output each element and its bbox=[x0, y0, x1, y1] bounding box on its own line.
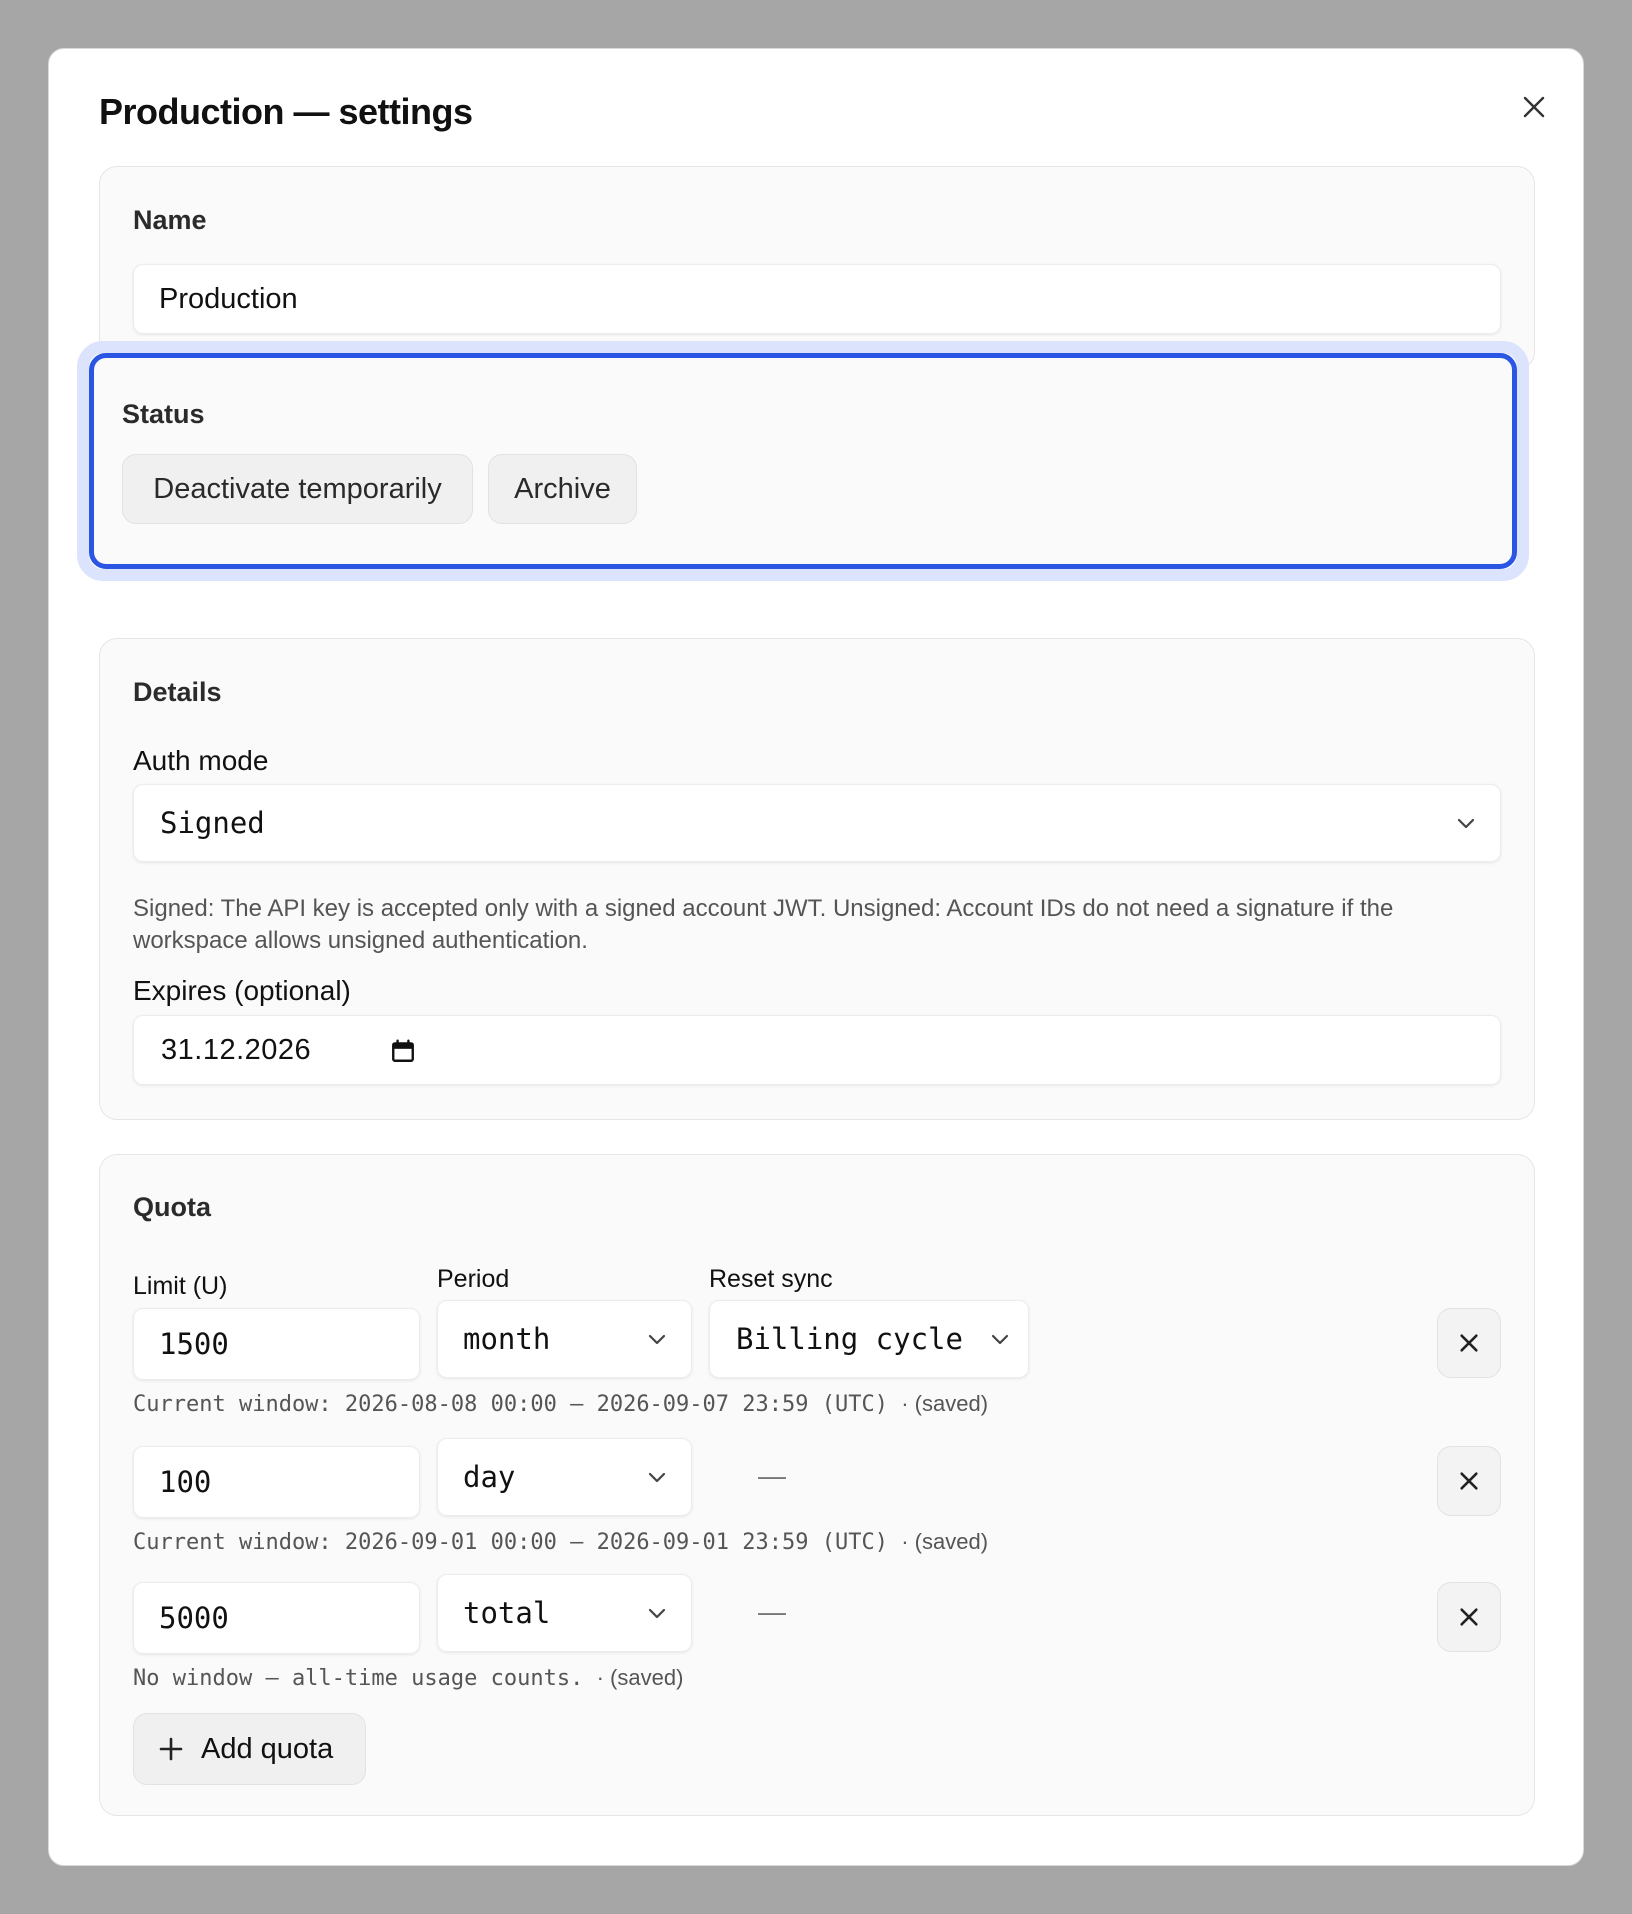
close-icon bbox=[1460, 1334, 1478, 1352]
quota-period-select-1[interactable]: month bbox=[437, 1300, 692, 1378]
chevron-down-icon bbox=[648, 1608, 666, 1619]
quota-reset-sync-empty-2: — bbox=[758, 1460, 786, 1491]
period-header: Period bbox=[437, 1265, 510, 1293]
close-icon bbox=[1460, 1608, 1478, 1626]
add-quota-label: Add quota bbox=[201, 1732, 334, 1765]
plus-icon bbox=[159, 1737, 183, 1761]
chevron-down-icon bbox=[991, 1334, 1009, 1345]
auth-mode-label: Auth mode bbox=[133, 745, 269, 776]
settings-dialog: Production — settings Name Production St… bbox=[48, 48, 1584, 1866]
quota-window-text-2: Current window: 2026-09-01 00:00 – 2026-… bbox=[133, 1530, 888, 1555]
details-section: Details Auth mode Signed Signed: The API… bbox=[99, 638, 1535, 1120]
quota-limit-input-1[interactable]: 1500 bbox=[133, 1308, 420, 1380]
quota-limit-input-3[interactable]: 5000 bbox=[133, 1582, 420, 1654]
quota-window-text-1: Current window: 2026-08-08 00:00 – 2026-… bbox=[133, 1392, 888, 1417]
quota-window-note-2: Current window: 2026-09-01 00:00 – 2026-… bbox=[133, 1529, 988, 1555]
quota-limit-value-3: 5000 bbox=[159, 1601, 229, 1635]
reset-sync-header: Reset sync bbox=[709, 1265, 833, 1293]
quota-saved-status-3: · (saved) bbox=[596, 1665, 684, 1690]
close-icon bbox=[1523, 96, 1545, 118]
name-section: Name Production bbox=[99, 166, 1535, 370]
quota-section-title: Quota bbox=[133, 1192, 211, 1222]
quota-period-value-3: total bbox=[463, 1596, 551, 1630]
quota-window-text-3: No window — all-time usage counts. bbox=[133, 1666, 584, 1691]
chevron-down-icon bbox=[1457, 818, 1475, 829]
quota-limit-input-2[interactable]: 100 bbox=[133, 1446, 420, 1518]
remove-quota-button-3[interactable] bbox=[1437, 1582, 1501, 1652]
chevron-down-icon bbox=[648, 1334, 666, 1345]
auth-mode-value: Signed bbox=[160, 806, 265, 840]
auth-mode-help: Signed: The API key is accepted only wit… bbox=[133, 895, 1394, 954]
quota-window-note-1: Current window: 2026-08-08 00:00 – 2026-… bbox=[133, 1391, 988, 1417]
quota-reset-sync-select-1[interactable]: Billing cycle bbox=[709, 1300, 1029, 1378]
archive-button-label: Archive bbox=[514, 472, 611, 505]
limit-header: Limit (U) bbox=[133, 1272, 228, 1300]
add-quota-button[interactable]: Add quota bbox=[133, 1713, 366, 1785]
expires-value: 31.12.2026 bbox=[161, 1033, 312, 1066]
close-dialog-button[interactable] bbox=[1512, 85, 1556, 129]
details-section-title: Details bbox=[133, 677, 222, 707]
expires-label: Expires (optional) bbox=[133, 975, 351, 1006]
chevron-down-icon bbox=[648, 1472, 666, 1483]
status-section-title: Status bbox=[122, 399, 205, 429]
quota-saved-status-2: · (saved) bbox=[901, 1529, 989, 1554]
dialog-title: Production — settings bbox=[99, 91, 473, 132]
calendar-icon[interactable] bbox=[390, 1038, 416, 1064]
quota-window-note-3: No window — all-time usage counts. · (sa… bbox=[133, 1665, 683, 1691]
remove-quota-button-2[interactable] bbox=[1437, 1446, 1501, 1516]
deactivate-temporarily-button[interactable]: Deactivate temporarily bbox=[122, 454, 473, 524]
name-section-title: Name bbox=[133, 205, 207, 235]
quota-period-select-2[interactable]: day bbox=[437, 1438, 692, 1516]
quota-period-value-1: month bbox=[463, 1322, 551, 1356]
quota-limit-value-2: 100 bbox=[159, 1465, 212, 1499]
quota-saved-status-1: · (saved) bbox=[901, 1391, 989, 1416]
name-input[interactable]: Production bbox=[133, 264, 1501, 334]
quota-period-value-2: day bbox=[463, 1460, 516, 1494]
name-input-value: Production bbox=[159, 282, 298, 315]
close-icon bbox=[1460, 1472, 1478, 1490]
archive-button[interactable]: Archive bbox=[488, 454, 637, 524]
deactivate-button-label: Deactivate temporarily bbox=[153, 472, 442, 505]
status-section: Status Deactivate temporarily Archive bbox=[89, 353, 1517, 569]
quota-section: Quota Limit (U) Period Reset sync 1500 m… bbox=[99, 1154, 1535, 1816]
remove-quota-button-1[interactable] bbox=[1437, 1308, 1501, 1378]
quota-reset-sync-value-1: Billing cycle bbox=[736, 1322, 963, 1356]
quota-limit-value-1: 1500 bbox=[159, 1327, 229, 1361]
quota-period-select-3[interactable]: total bbox=[437, 1574, 692, 1652]
quota-reset-sync-empty-3: — bbox=[758, 1596, 786, 1627]
auth-mode-select[interactable]: Signed bbox=[133, 784, 1501, 862]
expires-date-input[interactable]: 31.12.2026 bbox=[133, 1015, 1501, 1085]
